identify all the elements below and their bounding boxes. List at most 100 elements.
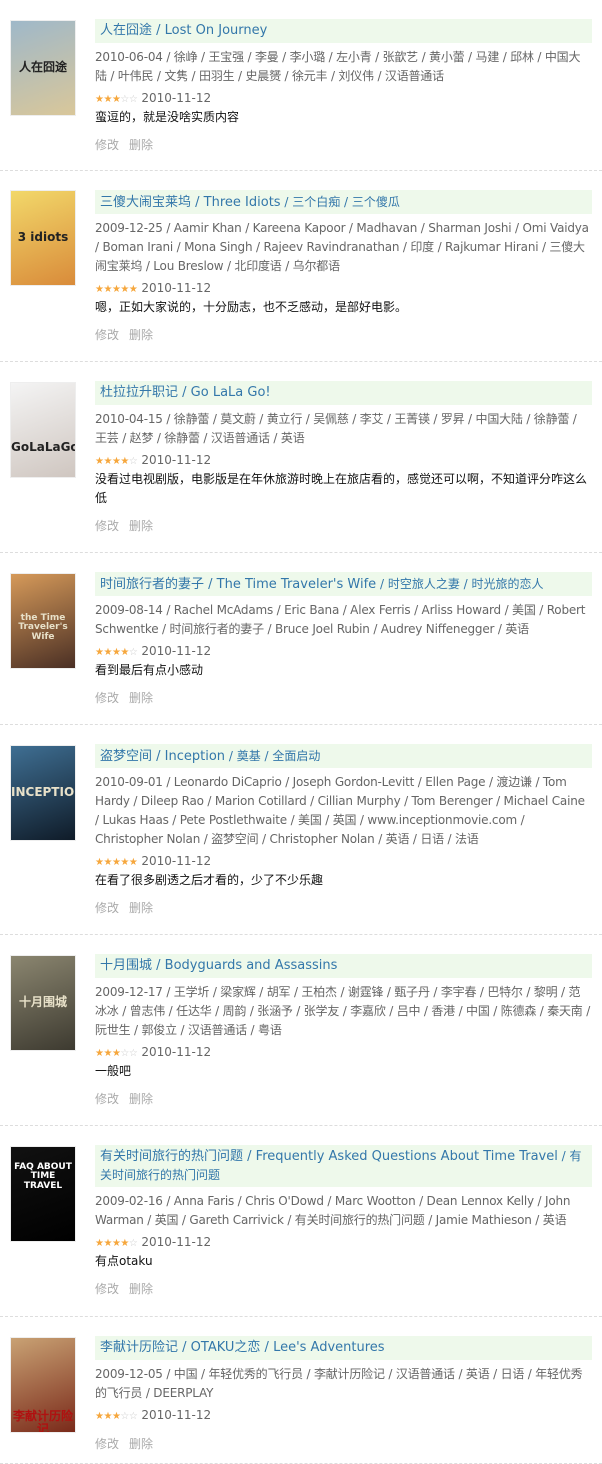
movie-title-bar: 杜拉拉升职记 / Go LaLa Go! bbox=[95, 381, 592, 405]
star-filled-icon: ★ bbox=[120, 857, 129, 868]
edit-link[interactable]: 修改 bbox=[95, 519, 119, 533]
item-actions: 修改 删除 bbox=[95, 1435, 592, 1453]
movie-poster[interactable]: 3 idiots bbox=[10, 190, 76, 286]
edit-link[interactable]: 修改 bbox=[95, 1282, 119, 1296]
star-filled-icon: ★ bbox=[103, 857, 112, 868]
rating-date: 2010-11-12 bbox=[141, 1408, 212, 1422]
movie-item: FAQ ABOUT TIME TRAVEL 有关时间旅行的热门问题 / Frequ… bbox=[0, 1126, 602, 1317]
rating-row: ★★★★☆ 2010-11-12 bbox=[95, 1233, 592, 1252]
movie-item: 3 idiots 三傻大闹宝莱坞 / Three Idiots / 三个白痴 / … bbox=[0, 171, 602, 362]
movie-info: 有关时间旅行的热门问题 / Frequently Asked Questions… bbox=[95, 1145, 592, 1298]
delete-link[interactable]: 删除 bbox=[129, 1437, 153, 1451]
delete-link[interactable]: 删除 bbox=[129, 328, 153, 342]
star-empty-icon: ☆ bbox=[120, 1048, 129, 1059]
movie-info: 十月围城 / Bodyguards and Assassins 2009-12-1… bbox=[95, 954, 592, 1108]
movie-title-link[interactable]: 有关时间旅行的热门问题 bbox=[100, 1149, 243, 1164]
delete-link[interactable]: 删除 bbox=[129, 138, 153, 152]
user-comment: 有点otaku bbox=[95, 1254, 153, 1268]
movie-poster[interactable]: INCEPTION bbox=[10, 745, 76, 841]
user-comment: 看到最后有点小感动 bbox=[95, 663, 204, 677]
item-actions: 修改 删除 bbox=[95, 689, 592, 707]
edit-link[interactable]: 修改 bbox=[95, 1437, 119, 1451]
movie-item: GoLaLaGo! 杜拉拉升职记 / Go LaLa Go! 2010-04-15 … bbox=[0, 362, 602, 553]
movie-meta: 2010-09-01 / Leonardo DiCaprio / Joseph … bbox=[95, 775, 585, 846]
rating-stars-icon: ★★★★★ bbox=[95, 284, 138, 295]
movie-subtitle-link[interactable]: Lost On Journey bbox=[165, 23, 268, 38]
movie-meta: 2009-12-05 / 中国 / 年轻优秀的飞行员 / 李献计历险记 / 汉语… bbox=[95, 1367, 583, 1400]
movie-subtitle-link[interactable]: Bodyguards and Assassins bbox=[165, 958, 338, 973]
delete-link[interactable]: 删除 bbox=[129, 1282, 153, 1296]
movie-poster[interactable]: 李献计历险记 bbox=[10, 1337, 76, 1433]
movie-info: 李献计历险记 / OTAKU之恋 / Lee's Adventures 2009-… bbox=[95, 1336, 592, 1453]
movie-info: 时间旅行者的妻子 / The Time Traveler's Wife / 时空… bbox=[95, 572, 592, 707]
rating-stars-icon: ★★★☆☆ bbox=[95, 1048, 138, 1059]
star-filled-icon: ★ bbox=[128, 857, 138, 868]
user-comment: 嗯，正如大家说的，十分励志，也不乏感动，是部好电影。 bbox=[95, 300, 408, 314]
movie-title-link[interactable]: 盗梦空间 bbox=[100, 749, 152, 764]
movie-alt-titles: / 奠基 / 全面启动 bbox=[225, 749, 321, 763]
item-actions: 修改 删除 bbox=[95, 517, 592, 535]
poster-title-text: INCEPTION bbox=[11, 785, 75, 799]
movie-subtitle-link[interactable]: Go LaLa Go! bbox=[191, 385, 271, 400]
movie-info: 杜拉拉升职记 / Go LaLa Go! 2010-04-15 / 徐静蕾 / 莫… bbox=[95, 381, 592, 535]
star-filled-icon: ★ bbox=[120, 456, 129, 467]
edit-link[interactable]: 修改 bbox=[95, 138, 119, 152]
movie-item: 人在囧途 人在囧途 / Lost On Journey 2010-06-04 / 徐… bbox=[0, 0, 602, 171]
movie-subtitle-link[interactable]: Three Idiots bbox=[204, 195, 281, 210]
star-empty-icon: ☆ bbox=[128, 1238, 138, 1249]
star-filled-icon: ★ bbox=[103, 1411, 112, 1422]
movie-meta: 2009-02-16 / Anna Faris / Chris O'Dowd /… bbox=[95, 1194, 571, 1227]
edit-link[interactable]: 修改 bbox=[95, 901, 119, 915]
rating-date: 2010-11-12 bbox=[141, 281, 212, 295]
rating-date: 2010-11-12 bbox=[141, 1235, 212, 1249]
star-empty-icon: ☆ bbox=[128, 1048, 138, 1059]
rating-row: ★★★★☆ 2010-11-12 bbox=[95, 451, 592, 470]
movie-title-link[interactable]: 人在囧途 bbox=[100, 23, 152, 38]
star-filled-icon: ★ bbox=[128, 284, 138, 295]
rating-row: ★★★★★ 2010-11-12 bbox=[95, 852, 592, 871]
movie-meta: 2010-04-15 / 徐静蕾 / 莫文蔚 / 黄立行 / 吴佩慈 / 李艾 … bbox=[95, 412, 577, 445]
item-actions: 修改 删除 bbox=[95, 899, 592, 917]
movie-title-bar: 十月围城 / Bodyguards and Assassins bbox=[95, 954, 592, 978]
movie-poster[interactable]: 人在囧途 bbox=[10, 20, 76, 116]
item-actions: 修改 删除 bbox=[95, 1090, 592, 1108]
movie-info: 三傻大闹宝莱坞 / Three Idiots / 三个白痴 / 三个傻瓜 2009… bbox=[95, 190, 592, 344]
star-empty-icon: ☆ bbox=[128, 647, 138, 658]
movie-title-bar: 盗梦空间 / Inception / 奠基 / 全面启动 bbox=[95, 744, 592, 768]
movie-poster[interactable]: the Time Traveler's Wife bbox=[10, 573, 76, 669]
movie-title-bar: 李献计历险记 / OTAKU之恋 / Lee's Adventures bbox=[95, 1336, 592, 1360]
delete-link[interactable]: 删除 bbox=[129, 1092, 153, 1106]
movie-subtitle-link[interactable]: The Time Traveler's Wife bbox=[217, 577, 376, 592]
movie-title-link[interactable]: 三傻大闹宝莱坞 bbox=[100, 195, 191, 210]
edit-link[interactable]: 修改 bbox=[95, 691, 119, 705]
movie-meta: 2009-08-14 / Rachel McAdams / Eric Bana … bbox=[95, 603, 586, 636]
movie-title-link[interactable]: 杜拉拉升职记 bbox=[100, 385, 178, 400]
movie-subtitle-link[interactable]: Frequently Asked Questions About Time Tr… bbox=[256, 1149, 558, 1164]
user-comment: 没看过电视剧版，电影版是在年休旅游时晚上在旅店看的，感觉还可以啊，不知道评分咋这… bbox=[95, 472, 588, 505]
star-filled-icon: ★ bbox=[120, 647, 129, 658]
edit-link[interactable]: 修改 bbox=[95, 328, 119, 342]
delete-link[interactable]: 删除 bbox=[129, 519, 153, 533]
movie-poster[interactable]: FAQ ABOUT TIME TRAVEL bbox=[10, 1146, 76, 1242]
movie-subtitle-link[interactable]: OTAKU之恋 / Lee's Adventures bbox=[191, 1340, 385, 1355]
movie-title-link[interactable]: 时间旅行者的妻子 bbox=[100, 577, 204, 592]
movie-title-bar: 人在囧途 / Lost On Journey bbox=[95, 19, 592, 43]
movie-item: 十月围城 十月围城 / Bodyguards and Assassins 2009-… bbox=[0, 935, 602, 1126]
rating-stars-icon: ★★★★☆ bbox=[95, 647, 138, 658]
movie-title-bar: 有关时间旅行的热门问题 / Frequently Asked Questions… bbox=[95, 1145, 592, 1187]
item-actions: 修改 删除 bbox=[95, 136, 592, 154]
movie-title-link[interactable]: 十月围城 bbox=[100, 958, 152, 973]
delete-link[interactable]: 删除 bbox=[129, 901, 153, 915]
poster-title-text: 李献计历险记 bbox=[12, 1409, 73, 1433]
movie-meta: 2009-12-25 / Aamir Khan / Kareena Kapoor… bbox=[95, 221, 589, 273]
poster-title-text: FAQ ABOUT TIME TRAVEL bbox=[14, 1162, 72, 1191]
movie-poster[interactable]: GoLaLaGo! bbox=[10, 382, 76, 478]
poster-title-text: the Time Traveler's Wife bbox=[18, 613, 68, 642]
poster-title-text: 3 idiots bbox=[17, 230, 69, 244]
delete-link[interactable]: 删除 bbox=[129, 691, 153, 705]
movie-poster[interactable]: 十月围城 bbox=[10, 955, 76, 1051]
rating-row: ★★★☆☆ 2010-11-12 bbox=[95, 1043, 592, 1062]
edit-link[interactable]: 修改 bbox=[95, 1092, 119, 1106]
movie-title-link[interactable]: 李献计历险记 bbox=[100, 1340, 178, 1355]
movie-subtitle-link[interactable]: Inception bbox=[165, 749, 225, 764]
